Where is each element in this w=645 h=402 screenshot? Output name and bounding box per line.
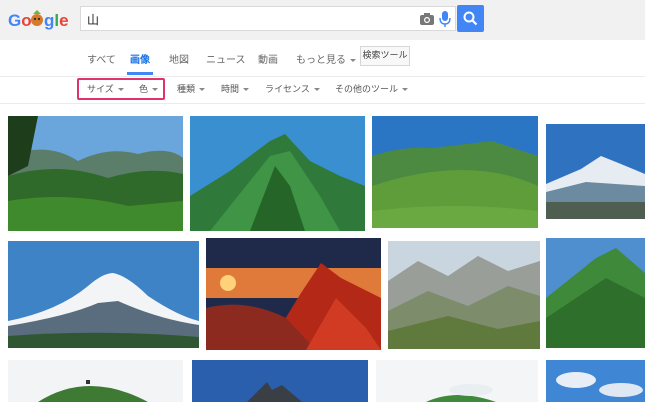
doodle-logo[interactable]: Go gle [8, 8, 72, 32]
chevron-down-icon [402, 88, 409, 91]
filter-time-label: 時間 [221, 85, 240, 95]
image-result[interactable] [372, 116, 538, 228]
tab-videos[interactable]: 動画 [258, 51, 278, 66]
search-button[interactable] [457, 5, 484, 32]
svg-text:gle: gle [44, 11, 69, 30]
image-result[interactable] [8, 116, 183, 231]
filter-license-label: ライセンス [265, 85, 310, 95]
chevron-down-icon [350, 58, 356, 62]
search-input[interactable] [87, 10, 407, 28]
search-icon [463, 11, 478, 26]
filter-type[interactable]: 種類 [177, 82, 206, 95]
filter-time[interactable]: 時間 [221, 82, 250, 95]
microphone-icon[interactable] [439, 10, 451, 28]
tab-images[interactable]: 画像 [130, 51, 150, 66]
active-tab-indicator [127, 72, 153, 75]
search-tabs: すべて 画像 地図 ニュース 動画 もっと見る [0, 40, 645, 77]
image-result[interactable] [546, 124, 645, 219]
highlight-box [77, 78, 165, 100]
chevron-down-icon [243, 88, 250, 91]
filter-type-label: 種類 [177, 85, 196, 95]
tab-more[interactable]: もっと見る [296, 51, 356, 66]
image-result[interactable] [546, 360, 645, 402]
search-tools-button[interactable]: 検索ツール [360, 46, 410, 66]
tab-maps[interactable]: 地図 [169, 51, 189, 66]
chevron-down-icon [313, 88, 320, 91]
tab-news[interactable]: ニュース [206, 51, 246, 66]
image-result[interactable] [206, 238, 381, 350]
filter-license[interactable]: ライセンス [265, 82, 320, 95]
tab-more-label: もっと見る [296, 55, 346, 66]
filter-more-tools[interactable]: その他のツール [335, 82, 409, 95]
image-result[interactable] [8, 241, 199, 348]
svg-text:Go: Go [8, 11, 32, 30]
tab-all[interactable]: すべて [87, 51, 116, 66]
image-result[interactable] [190, 116, 365, 231]
chevron-down-icon [199, 88, 206, 91]
camera-icon[interactable] [419, 12, 435, 26]
image-result[interactable] [376, 360, 538, 402]
image-result[interactable] [388, 241, 540, 349]
image-result[interactable] [192, 360, 368, 402]
image-result[interactable] [546, 238, 645, 348]
filter-more-tools-label: その他のツール [335, 85, 399, 95]
top-bar: Go gle [0, 0, 645, 40]
image-result[interactable] [8, 360, 183, 402]
image-results-grid [0, 104, 645, 402]
search-box[interactable] [80, 6, 456, 31]
